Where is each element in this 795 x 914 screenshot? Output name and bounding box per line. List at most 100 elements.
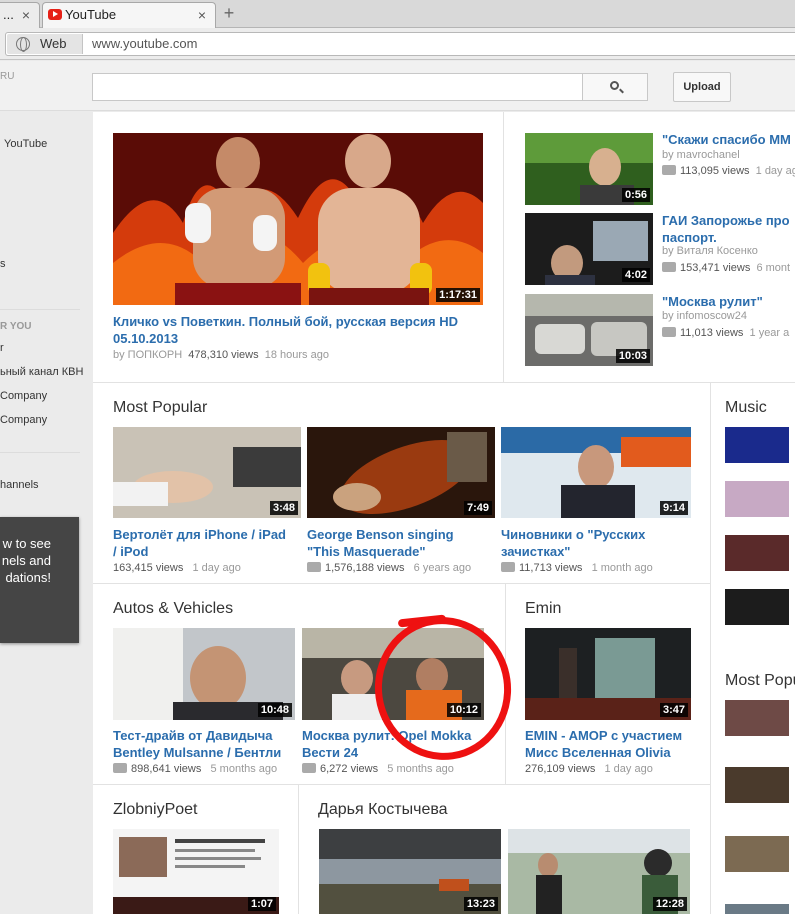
tab-label: ... — [3, 7, 14, 22]
close-icon[interactable]: × — [195, 8, 209, 22]
uploader-link[interactable]: by ПОПКОРН — [113, 349, 182, 361]
video-title[interactable]: EMIN - AMOP с участием Мисс Вселенная Ol… — [525, 727, 695, 761]
video-thumbnail[interactable]: 1:07 — [113, 829, 279, 914]
divider — [93, 382, 795, 383]
section-title-most-popular[interactable]: Most Popular — [113, 399, 207, 417]
uploader-link[interactable]: by infomoscow24 — [662, 310, 747, 322]
section-title-darya[interactable]: Дарья Костычева — [318, 801, 448, 819]
upload-age: 6 mont — [756, 262, 791, 274]
video-duration: 4:02 — [621, 268, 650, 282]
divider — [0, 452, 80, 453]
guide-channel-item[interactable]: Company — [0, 390, 47, 402]
video-thumbnail[interactable] — [725, 904, 789, 914]
video-thumbnail[interactable] — [725, 700, 789, 736]
view-count: 113,095 views — [680, 165, 750, 177]
video-title[interactable]: Чиновники о "Русских зачистках" — [501, 526, 681, 560]
video-thumbnail[interactable]: 7:49 — [307, 427, 495, 518]
video-meta: 163,415 views 1 day ago — [113, 562, 241, 574]
video-thumbnail[interactable] — [725, 836, 789, 872]
section-title-emin[interactable]: Emin — [525, 600, 561, 618]
video-title[interactable]: Тест-драйв от Давидыча Bentley Mulsanne … — [113, 727, 293, 761]
video-thumbnail[interactable]: 3:48 — [113, 427, 301, 518]
close-icon[interactable]: × — [19, 8, 33, 22]
divider — [298, 784, 299, 914]
video-title[interactable]: George Benson singing "This Masquerade" — [307, 526, 487, 560]
site-identity-button[interactable]: Web — [7, 34, 83, 54]
upload-age: 5 months ago — [387, 763, 454, 775]
main-content: 1:17:31 Кличко vs Поветкин. Полный бой, … — [93, 112, 795, 914]
views-icon — [662, 327, 676, 337]
view-count: 153,471 views — [680, 262, 751, 274]
video-thumbnail[interactable]: 10:03 — [525, 294, 653, 366]
boxers-thumbnail-image — [113, 133, 483, 305]
video-duration: 12:28 — [652, 897, 687, 911]
video-meta: 1,576,188 views 6 years ago — [307, 562, 471, 574]
upload-button[interactable]: Upload — [673, 72, 731, 102]
guide-browse-channels-link[interactable]: hannels — [0, 479, 39, 491]
video-thumbnail[interactable]: 9:14 — [501, 427, 691, 518]
video-thumbnail[interactable]: 10:48 — [113, 628, 295, 720]
new-tab-icon[interactable]: + — [220, 4, 238, 23]
video-duration: 10:03 — [615, 349, 650, 363]
video-title[interactable]: "Москва рулит" — [662, 293, 795, 310]
guide-sidebar: YouTube s R YOU r ьный канал КВН Company… — [0, 112, 83, 914]
video-thumbnail[interactable]: 12:28 — [508, 829, 690, 914]
view-count: 1,576,188 views — [325, 562, 405, 574]
video-duration: 3:47 — [659, 703, 688, 717]
divider — [0, 309, 80, 310]
video-duration: 0:56 — [621, 188, 650, 202]
video-thumbnail[interactable] — [725, 481, 789, 517]
guide-channel-item[interactable]: ьный канал КВН — [0, 366, 83, 378]
video-thumbnail[interactable] — [725, 427, 789, 463]
video-meta: 153,471 views 6 mont — [662, 262, 790, 274]
video-thumbnail[interactable] — [725, 535, 789, 571]
video-title[interactable]: ГАИ Запорожье про паспорт. — [662, 212, 795, 246]
video-meta: 6,272 views 5 months ago — [302, 763, 454, 775]
url-field[interactable]: Web www.youtube.com — [5, 32, 795, 56]
featured-video-title[interactable]: Кличко vs Поветкин. Полный бой, русская … — [113, 313, 483, 347]
section-title-zlobniypoet[interactable]: ZlobniyPoet — [113, 801, 198, 819]
section-title-autos[interactable]: Autos & Vehicles — [113, 600, 233, 618]
views-icon — [662, 165, 676, 175]
browser-tab-previous[interactable]: ... × — [0, 2, 40, 28]
search-input[interactable] — [92, 73, 583, 101]
upload-age: 1 day ago — [755, 165, 795, 177]
view-count: 11,013 views — [680, 327, 744, 339]
site-identity-label: Web — [40, 36, 67, 51]
divider — [710, 382, 711, 914]
uploader-link[interactable]: by Виталя Косенко — [662, 245, 758, 257]
video-duration: 10:48 — [257, 703, 292, 717]
tab-label: YouTube — [65, 7, 117, 22]
section-title-music[interactable]: Music — [725, 399, 767, 417]
video-thumbnail[interactable]: 3:47 — [525, 628, 691, 720]
url-text[interactable]: www.youtube.com — [92, 33, 198, 55]
upload-age: 5 months ago — [210, 763, 278, 775]
guide-channel-item[interactable]: r — [0, 342, 4, 354]
views-icon — [501, 562, 515, 572]
region-label: RU — [0, 71, 15, 82]
sign-in-promo[interactable]: w to see nels and dations! — [0, 517, 79, 643]
guide-channel-item[interactable]: Company — [0, 414, 47, 426]
video-title[interactable]: Вертолёт для iPhone / iPad / iPod — [113, 526, 293, 560]
upload-age: 1 year a — [749, 327, 790, 339]
search-button[interactable] — [582, 73, 648, 101]
guide-item-my-youtube[interactable]: YouTube — [4, 138, 47, 150]
video-title[interactable]: "Скажи спасибо ММ — [662, 131, 795, 148]
video-thumbnail[interactable] — [725, 589, 789, 625]
view-count: 898,641 views — [131, 763, 202, 775]
browser-tab-youtube[interactable]: YouTube × — [42, 2, 216, 28]
video-thumbnail[interactable] — [725, 767, 789, 803]
views-icon — [307, 562, 321, 572]
upload-age: 1 day ago — [604, 763, 653, 775]
globe-icon — [16, 37, 30, 52]
divider — [93, 784, 710, 785]
section-title-most-popular-right[interactable]: Most Popu — [725, 672, 795, 690]
featured-video-thumbnail[interactable]: 1:17:31 — [113, 133, 483, 305]
video-thumbnail[interactable]: 4:02 — [525, 213, 653, 285]
uploader-link[interactable]: by mavrochanel — [662, 149, 740, 161]
video-thumbnail[interactable]: 13:23 — [319, 829, 501, 914]
divider — [93, 583, 710, 584]
video-thumbnail[interactable]: 0:56 — [525, 133, 653, 205]
view-count: 163,415 views — [113, 562, 184, 574]
guide-item[interactable]: s — [0, 258, 6, 270]
